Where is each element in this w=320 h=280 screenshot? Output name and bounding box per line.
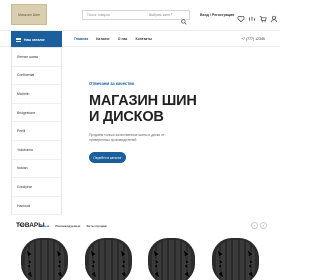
go-to-catalog-button[interactable]: Перейти в каталог [89,152,126,163]
login-link[interactable]: Вход / Регистрация [200,13,234,17]
heart-icon[interactable] [237,10,245,23]
product-carousel [11,236,269,280]
carousel-arrows: ‹ › [251,222,267,229]
tire-image [211,238,259,280]
cart-icon[interactable] [259,10,267,23]
product-card[interactable] [81,236,136,280]
hero-title: МАГАЗИН ШИН И ДИСКОВ [89,93,197,125]
compare-icon[interactable] [248,10,256,21]
sidebar-item-bridgestone[interactable]: Bridgestone [12,104,61,123]
product-card[interactable] [208,236,263,280]
products-tabs: Новые Рекомендуемые Хиты продаж [39,224,107,228]
logo-text: Магазин Шин [18,12,40,17]
tab-recommended[interactable]: Рекомендуемые [55,224,80,228]
hero-banner: Отвечаем за качество МАГАЗИН ШИН И ДИСКО… [74,47,269,215]
hero-description: Продаём только качественные шины и диски… [89,133,165,142]
menu-icon [16,37,21,42]
catalog-button-label: Наш каталог [24,37,45,42]
nav-link-home[interactable]: Главная [74,37,88,41]
chevron-down-icon: ▾ [171,12,173,16]
search-category-select[interactable]: Выбрать катег. [149,13,171,17]
logo[interactable]: Магазин Шин [11,4,47,25]
nav-link-catalog[interactable]: Каталог [96,37,110,41]
main-nav: Наш каталог Главная Каталог О нас Контак… [0,30,280,48]
catalog-button[interactable]: Наш каталог [11,31,62,48]
search-input[interactable]: Поиск товаров [87,13,110,17]
nav-link-contacts[interactable]: Контакты [136,37,153,41]
sidebar-item-pirelli[interactable]: Pirelli [12,122,61,141]
user-icon[interactable] [270,10,278,23]
header-icons [237,10,278,23]
tab-new[interactable]: Новые [39,224,49,228]
sidebar-item-summer[interactable]: Летние шины [12,48,61,67]
chevron-left-icon[interactable]: ‹ [251,222,258,229]
search-icon[interactable] [181,12,187,25]
phone-number[interactable]: +7 (777) 12345 [241,37,265,41]
tab-bestsellers[interactable]: Хиты продаж [86,224,106,228]
tire-image [148,238,196,280]
product-card[interactable] [144,236,199,280]
hero-kicker: Отвечаем за качество [89,81,135,86]
nav-links: Главная Каталог О нас Контакты [74,37,152,41]
search-bar[interactable]: Поиск товаров Выбрать катег. ▾ [82,10,190,25]
sidebar-item-hankook[interactable]: Hankook [12,197,61,216]
products-header: ТОВАРЫ Новые Рекомендуемые Хиты продаж ‹… [11,219,269,233]
sidebar-item-yokohama[interactable]: Yokohama [12,141,61,160]
sidebar-item-nokian[interactable]: Nokian [12,160,61,179]
tire-image [84,238,132,280]
tire-image [21,238,68,280]
sidebar-item-continental[interactable]: Continental [12,67,61,86]
sidebar-item-michelin[interactable]: Michelin [12,85,61,104]
sidebar-item-goodyear[interactable]: Goodyear [12,178,61,197]
chevron-right-icon[interactable]: › [260,222,267,229]
product-card[interactable] [17,236,72,280]
top-header: Магазин Шин Поиск товаров Выбрать катег.… [0,0,280,30]
nav-link-about[interactable]: О нас [118,37,128,41]
category-sidebar: Летние шины Continental Michelin Bridges… [11,47,62,227]
